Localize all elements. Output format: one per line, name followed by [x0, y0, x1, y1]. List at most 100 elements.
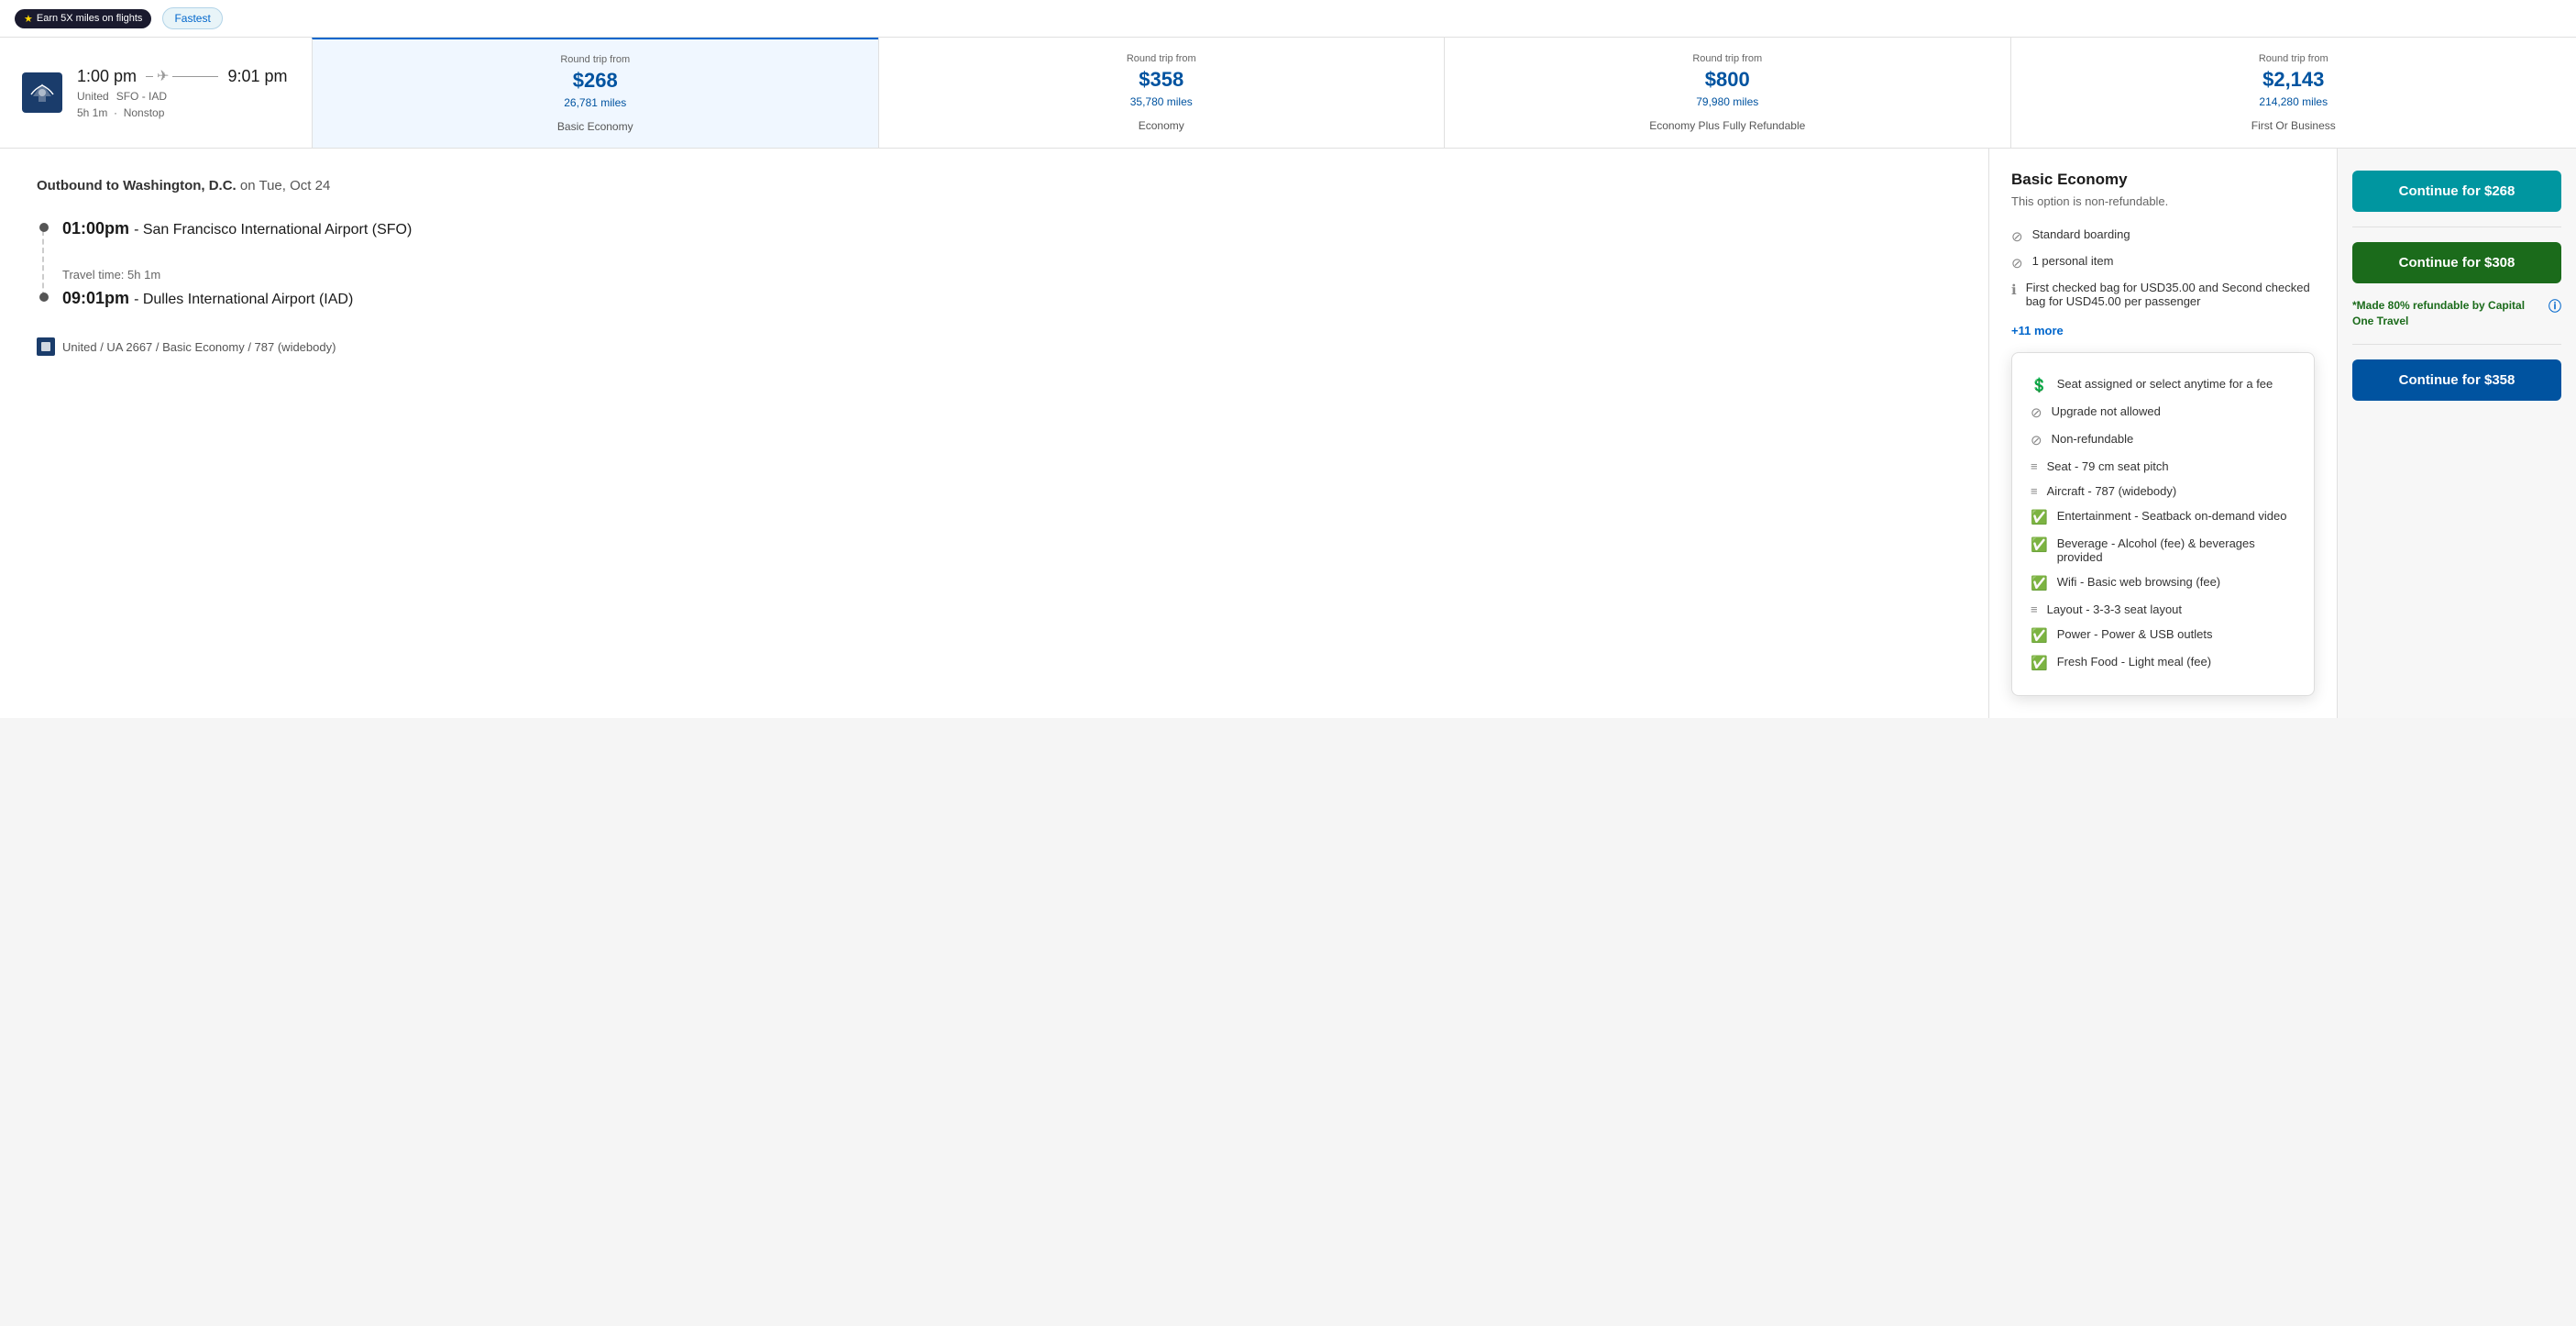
popup-item-6: ✅ Beverage - Alcohol (fee) & beverages p…	[2031, 531, 2295, 569]
fare-card-3[interactable]: Round trip from $2,143 214,280 miles Fir…	[2010, 38, 2576, 148]
flight-times: 1:00 pm ✈ 9:01 pm United SFO - IAD 5h 1m…	[77, 67, 288, 119]
popup-panel: 💲 Seat assigned or select anytime for a …	[2011, 352, 2315, 696]
outbound-destination: Outbound to Washington, D.C.	[37, 178, 237, 193]
outbound-date: on Tue, Oct 24	[240, 178, 330, 193]
block-icon-0: ⊘	[2011, 228, 2023, 245]
info-icon-2: ℹ	[2011, 282, 2017, 298]
fare-miles-1: 35,780 miles	[1130, 95, 1193, 108]
fare-card-1[interactable]: Round trip from $358 35,780 miles Econom…	[878, 38, 1445, 148]
fare-options: Round trip from $268 26,781 miles Basic …	[312, 38, 2576, 148]
airline-name: United	[77, 90, 109, 103]
more-link[interactable]: +11 more	[2011, 324, 2315, 337]
fare-price-3: $2,143	[2262, 68, 2324, 92]
check-icon-p5: ✅	[2031, 509, 2048, 525]
check-icon-p6: ✅	[2031, 536, 2048, 553]
fare-label-3: Round trip from	[2259, 53, 2328, 64]
check-icon-p10: ✅	[2031, 655, 2048, 671]
popup-text-5: Entertainment - Seatback on-demand video	[2057, 509, 2287, 523]
fare-label-0: Round trip from	[560, 54, 630, 65]
flight-details-row: United / UA 2667 / Basic Economy / 787 (…	[37, 337, 1952, 356]
main-content: Outbound to Washington, D.C. on Tue, Oct…	[0, 149, 2576, 718]
travel-time: Travel time: 5h 1m	[62, 268, 1952, 282]
fare-label-2: Round trip from	[1692, 53, 1762, 64]
airline-logo	[22, 72, 62, 113]
flight-meta: United SFO - IAD	[77, 90, 288, 103]
fare-detail-panel: Basic Economy This option is non-refunda…	[1989, 149, 2338, 718]
popup-item-2: ⊘ Non-refundable	[2031, 426, 2295, 454]
arrive-timeline-time: 09:01pm - Dulles International Airport (…	[62, 289, 1952, 308]
depart-timeline-time: 01:00pm - San Francisco International Ai…	[62, 219, 1952, 238]
popup-text-0: Seat assigned or select anytime for a fe…	[2057, 377, 2273, 391]
earn-badge: ★ Earn 5X miles on flights	[15, 9, 151, 28]
continue-btn-0[interactable]: Continue for $268	[2352, 171, 2561, 212]
fare-miles-3: 214,280 miles	[2259, 95, 2328, 108]
airline-details-icon	[37, 337, 55, 356]
flight-route: SFO - IAD	[116, 90, 167, 103]
fare-price-2: $800	[1705, 68, 1750, 92]
earn-badge-text: Earn 5X miles on flights	[37, 13, 143, 24]
fastest-badge: Fastest	[162, 7, 222, 29]
popup-text-6: Beverage - Alcohol (fee) & beverages pro…	[2057, 536, 2295, 564]
feature-text-0: Standard boarding	[2032, 227, 2130, 241]
lines-icon-p3: ≡	[2031, 459, 2038, 473]
flight-meta-sub: 5h 1m · Nonstop	[77, 106, 288, 119]
feature-item-1: ⊘ 1 personal item	[2011, 249, 2315, 276]
fare-detail-title: Basic Economy	[2011, 171, 2315, 189]
block-icon-p1: ⊘	[2031, 404, 2042, 421]
popup-text-7: Wifi - Basic web browsing (fee)	[2057, 575, 2220, 589]
arrive-dot	[39, 293, 49, 302]
continue-btn-1[interactable]: Continue for $308	[2352, 242, 2561, 283]
fare-type-0: Basic Economy	[557, 120, 633, 133]
fare-detail-subtitle: This option is non-refundable.	[2011, 194, 2315, 208]
popup-text-1: Upgrade not allowed	[2052, 404, 2161, 418]
popup-item-4: ≡ Aircraft - 787 (widebody)	[2031, 479, 2295, 503]
depart-point: 01:00pm - San Francisco International Ai…	[62, 219, 1952, 238]
popup-text-4: Aircraft - 787 (widebody)	[2047, 484, 2177, 498]
popup-item-7: ✅ Wifi - Basic web browsing (fee)	[2031, 569, 2295, 597]
popup-item-3: ≡ Seat - 79 cm seat pitch	[2031, 454, 2295, 479]
fare-miles-0: 26,781 miles	[564, 96, 626, 109]
popup-item-5: ✅ Entertainment - Seatback on-demand vid…	[2031, 503, 2295, 531]
timeline: 01:00pm - San Francisco International Ai…	[37, 219, 1952, 308]
popup-text-9: Power - Power & USB outlets	[2057, 627, 2213, 641]
lines-icon-p8: ≡	[2031, 602, 2038, 616]
fare-card-2[interactable]: Round trip from $800 79,980 miles Econom…	[1444, 38, 2010, 148]
feature-text-1: 1 personal item	[2032, 254, 2114, 268]
feature-item-2: ℹ First checked bag for USD35.00 and Sec…	[2011, 276, 2315, 313]
popup-text-2: Non-refundable	[2052, 432, 2134, 446]
check-icon-p9: ✅	[2031, 627, 2048, 644]
continue-btn-2[interactable]: Continue for $358	[2352, 359, 2561, 401]
popup-text-8: Layout - 3-3-3 seat layout	[2047, 602, 2182, 616]
divider-2	[2352, 344, 2561, 345]
capital-one-info-icon: ⓘ	[2548, 298, 2561, 316]
popup-item-0: 💲 Seat assigned or select anytime for a …	[2031, 371, 2295, 399]
popup-item-10: ✅ Fresh Food - Light meal (fee)	[2031, 649, 2295, 677]
flight-duration: 5h 1m	[77, 106, 107, 119]
continue-panel: Continue for $268 Continue for $308 *Mad…	[2338, 149, 2576, 718]
itinerary-panel: Outbound to Washington, D.C. on Tue, Oct…	[0, 149, 1989, 718]
block-icon-p2: ⊘	[2031, 432, 2042, 448]
fare-price-0: $268	[573, 69, 618, 93]
fare-card-0[interactable]: Round trip from $268 26,781 miles Basic …	[312, 38, 878, 148]
depart-time: 1:00 pm	[77, 67, 137, 86]
flight-info: 1:00 pm ✈ 9:01 pm United SFO - IAD 5h 1m…	[0, 38, 312, 148]
check-icon-p7: ✅	[2031, 575, 2048, 591]
lines-icon-p4: ≡	[2031, 484, 2038, 498]
feature-text-2: First checked bag for USD35.00 and Secon…	[2026, 281, 2315, 308]
flight-details-text: United / UA 2667 / Basic Economy / 787 (…	[62, 340, 336, 354]
popup-text-10: Fresh Food - Light meal (fee)	[2057, 655, 2211, 669]
arrive-point: 09:01pm - Dulles International Airport (…	[62, 289, 1952, 308]
capital-one-note: *Made 80% refundable by Capital One Trav…	[2352, 298, 2561, 329]
capital-one-text: *Made 80% refundable by Capital One Trav…	[2352, 298, 2543, 329]
popup-item-1: ⊘ Upgrade not allowed	[2031, 399, 2295, 426]
flight-row: 1:00 pm ✈ 9:01 pm United SFO - IAD 5h 1m…	[0, 38, 2576, 149]
flight-stops: Nonstop	[124, 106, 165, 119]
fare-miles-2: 79,980 miles	[1696, 95, 1758, 108]
popup-text-3: Seat - 79 cm seat pitch	[2047, 459, 2169, 473]
depart-dot	[39, 223, 49, 232]
fare-type-3: First Or Business	[2251, 119, 2336, 132]
popup-item-9: ✅ Power - Power & USB outlets	[2031, 622, 2295, 649]
star-icon: ★	[24, 13, 33, 25]
top-bar: ★ Earn 5X miles on flights Fastest	[0, 0, 2576, 38]
arrive-time: 9:01 pm	[227, 67, 287, 86]
